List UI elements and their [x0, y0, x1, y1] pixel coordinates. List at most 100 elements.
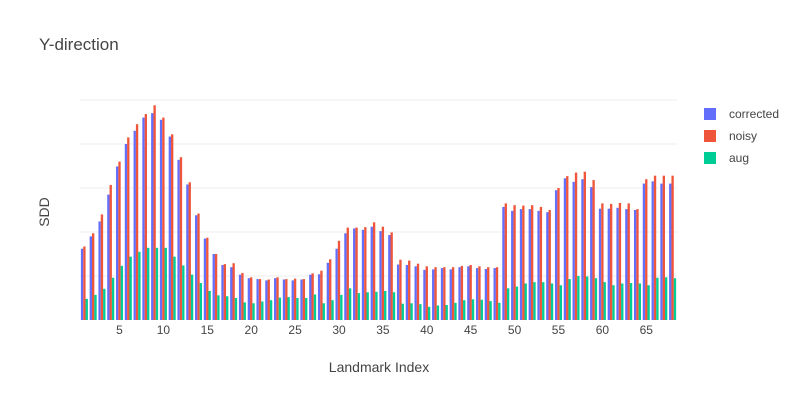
bar-corrected	[116, 166, 119, 320]
chart-title: Y-direction	[39, 35, 119, 54]
bar-corrected	[186, 184, 189, 320]
bar-corrected	[625, 209, 628, 320]
bar-aug	[155, 247, 159, 320]
bar-corrected	[238, 274, 242, 320]
bar-corrected	[107, 194, 110, 320]
bar-aug	[559, 285, 562, 320]
x-tick-label: 5	[116, 323, 123, 337]
bar-noisy	[337, 240, 341, 320]
bar-aug	[147, 247, 150, 320]
bar-aug	[621, 283, 624, 320]
bar-noisy	[443, 267, 446, 320]
bar-aug	[480, 299, 483, 320]
bar-noisy	[144, 114, 148, 320]
bar-aug	[603, 282, 606, 320]
bar-aug	[199, 283, 203, 320]
bar-corrected	[572, 181, 575, 320]
bar-corrected	[396, 264, 400, 320]
bar-aug	[357, 293, 361, 320]
bar-aug	[665, 277, 668, 320]
bar-noisy	[135, 124, 139, 320]
bar-corrected	[159, 119, 163, 320]
bar-aug	[208, 290, 211, 320]
bar-aug	[190, 274, 194, 320]
bar-noisy	[566, 176, 569, 320]
bar-noisy	[574, 172, 578, 320]
x-tick-label: 15	[201, 323, 215, 337]
bar-noisy	[530, 205, 534, 320]
bar-corrected	[370, 226, 373, 320]
bar-corrected	[282, 279, 286, 320]
bar-corrected	[309, 274, 312, 320]
bar-aug	[515, 286, 519, 320]
bar-aug	[331, 300, 334, 320]
bar-noisy	[425, 266, 428, 320]
bar-corrected	[300, 279, 303, 320]
x-tick-label: 55	[552, 323, 566, 337]
bar-aug	[226, 296, 229, 320]
chart-canvas: Y-direction 5 10 15 20 25 30 35 40 45 50 55 60 65 La…	[36, 35, 779, 375]
bar-aug	[419, 304, 422, 320]
bar-aug	[287, 297, 290, 320]
bar-corrected	[247, 278, 251, 320]
bar-aug	[445, 305, 448, 320]
bar-noisy	[100, 214, 104, 320]
bar-noisy	[197, 213, 200, 320]
bar-aug	[120, 265, 124, 320]
bar-aug	[673, 278, 677, 320]
bar-corrected	[537, 210, 540, 320]
bar-aug	[348, 288, 352, 320]
bar-aug	[585, 276, 589, 320]
bar-noisy	[662, 175, 665, 320]
bar-aug	[375, 291, 378, 320]
bar-noisy	[609, 203, 613, 320]
bar-aug	[506, 288, 510, 320]
legend-label-aug[interactable]: aug	[729, 151, 749, 165]
legend-label-noisy[interactable]: noisy	[729, 129, 757, 143]
legend-label-corrected[interactable]: corrected	[729, 107, 779, 121]
bar-noisy	[469, 265, 472, 320]
bar-noisy	[214, 254, 218, 320]
bar-corrected	[221, 265, 224, 320]
bar-noisy	[258, 279, 262, 320]
bar-noisy	[302, 279, 306, 320]
bar-aug	[278, 297, 282, 320]
x-tick-label: 40	[420, 323, 434, 337]
bar-noisy	[232, 263, 235, 320]
bar-noisy	[241, 272, 244, 320]
bar-aug	[234, 298, 238, 320]
bar-noisy	[171, 134, 174, 320]
legend-swatch-aug[interactable]	[704, 152, 716, 164]
bar-aug	[261, 301, 264, 320]
bar-aug	[471, 299, 475, 320]
legend-swatch-noisy[interactable]	[704, 130, 716, 142]
bar-corrected	[212, 254, 215, 320]
bar-corrected	[414, 266, 417, 320]
x-tick-label: 65	[640, 323, 654, 337]
bar-noisy	[390, 232, 393, 320]
bar-noisy	[592, 180, 595, 320]
bar-corrected	[642, 183, 646, 320]
bar-corrected	[546, 212, 549, 320]
bar-corrected	[168, 136, 172, 320]
bar-noisy	[83, 246, 86, 320]
bar-aug	[322, 303, 325, 320]
bar-aug	[366, 292, 369, 320]
bar-noisy	[267, 279, 270, 320]
x-tick-label: 50	[508, 323, 522, 337]
bar-noisy	[346, 227, 349, 320]
bar-corrected	[581, 179, 584, 320]
bar-corrected	[361, 229, 365, 320]
bar-aug	[638, 283, 641, 320]
bar-corrected	[353, 228, 356, 320]
bar-noisy	[478, 266, 481, 320]
bar-noisy	[206, 237, 209, 320]
bar-aug	[94, 294, 97, 320]
bar-noisy	[636, 209, 639, 320]
legend-swatch-corrected[interactable]	[704, 108, 716, 120]
bar-aug	[550, 283, 554, 320]
bar-aug	[305, 298, 308, 320]
bar-noisy	[250, 277, 253, 320]
bar-corrected	[291, 280, 294, 320]
x-axis-ticks: 5 10 15 20 25 30 35 40 45 50 55 60 65	[116, 323, 653, 337]
